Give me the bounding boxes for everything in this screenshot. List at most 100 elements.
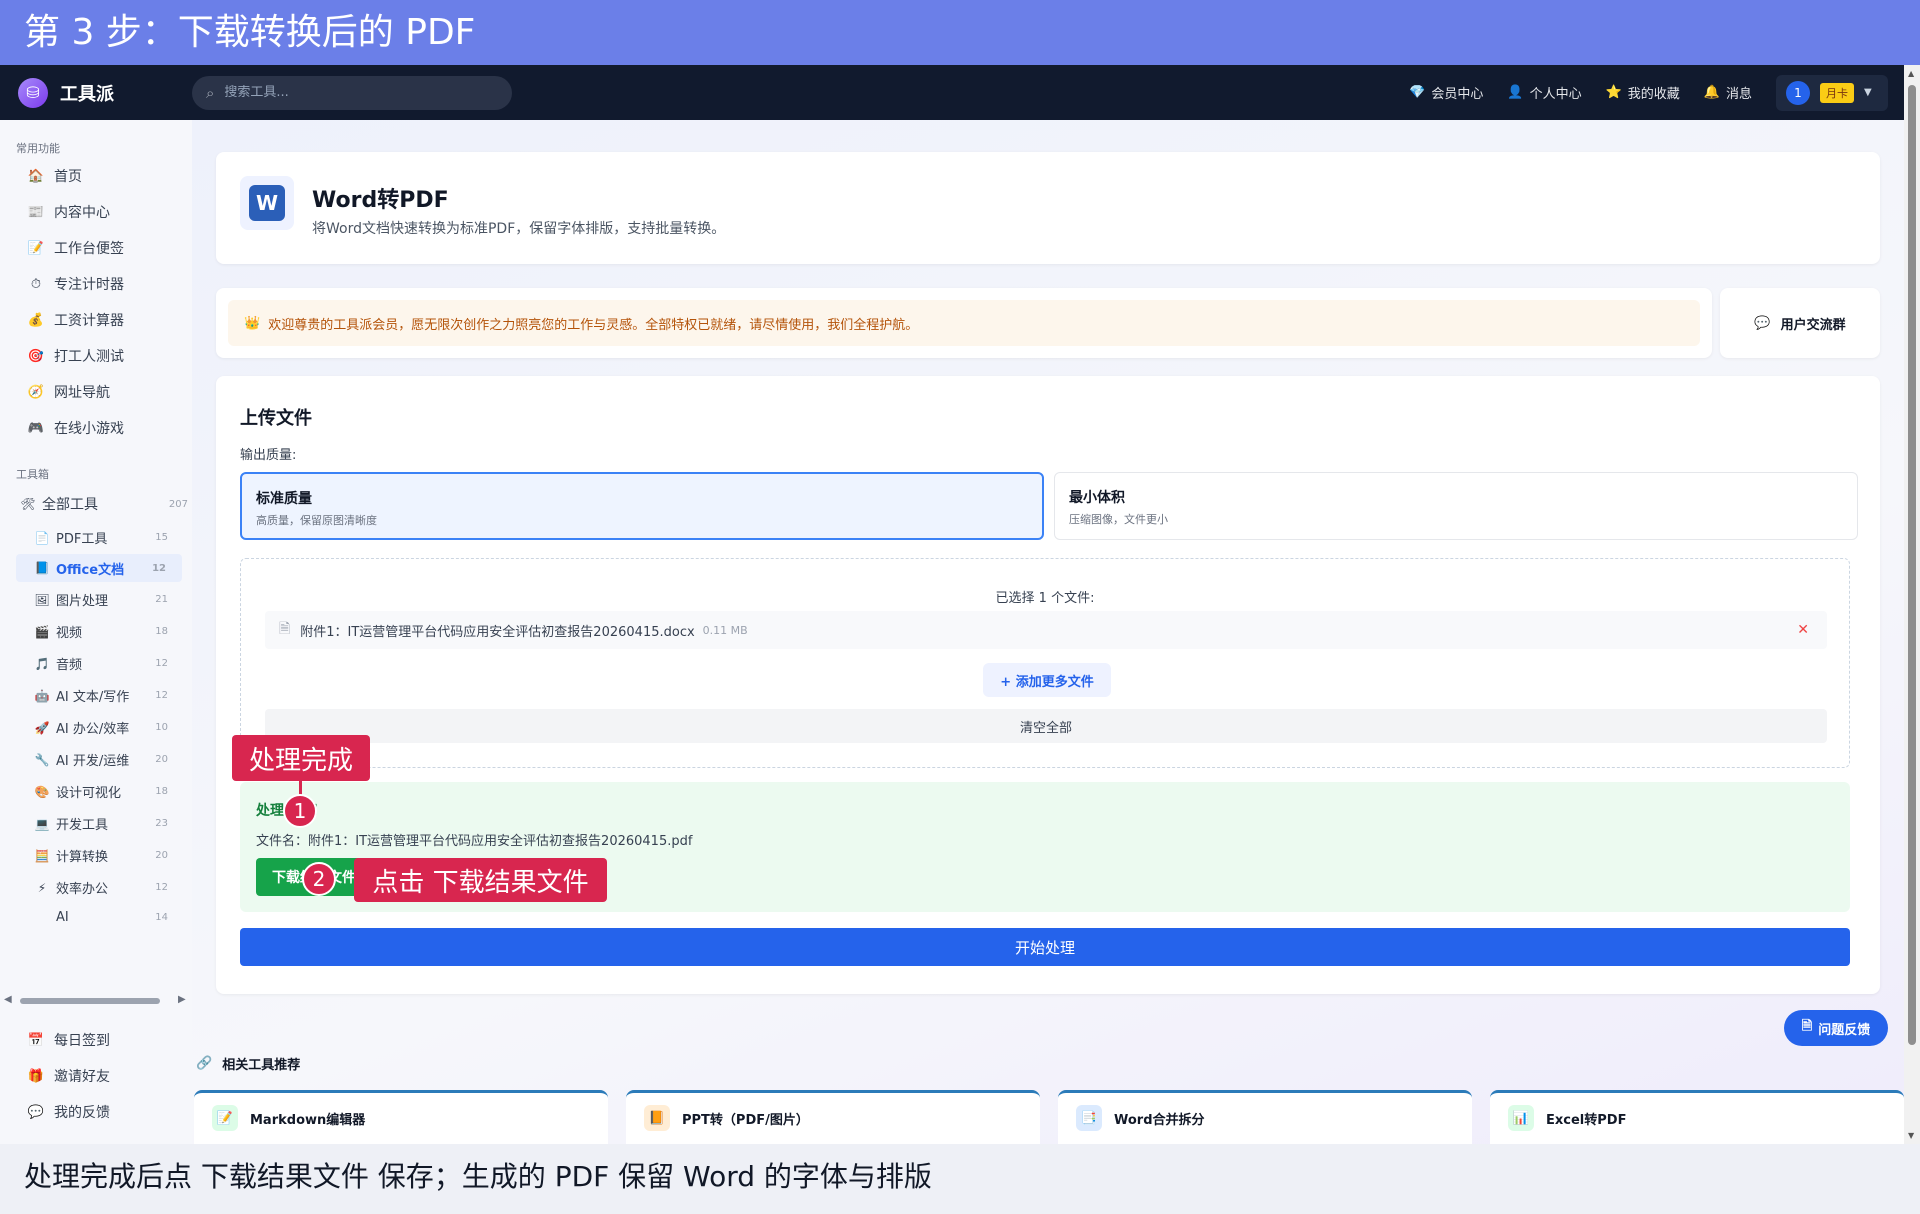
nav-link-favorites[interactable]: ⭐ 我的收藏 bbox=[1606, 83, 1680, 102]
sidebar-item-label: PDF工具 bbox=[56, 532, 108, 547]
annotation-callout-done: 处理完成 bbox=[232, 735, 370, 781]
scroll-right-icon[interactable]: ▶ bbox=[178, 994, 186, 1005]
book-icon: 📘 bbox=[34, 561, 50, 575]
search-input[interactable] bbox=[224, 85, 485, 100]
main-content: W Word转PDF 将Word文档快速转换为标准PDF，保留字体排版，支持批量… bbox=[192, 120, 1904, 1150]
sidebar-item-label: 工资计算器 bbox=[54, 313, 124, 329]
start-processing-button[interactable]: 开始处理 bbox=[240, 928, 1850, 966]
sidebar-item-label: 我的反馈 bbox=[54, 1105, 110, 1121]
related-tools-title: 🔗 相关工具推荐 bbox=[196, 1054, 300, 1073]
nav-link-label: 会员中心 bbox=[1431, 87, 1484, 102]
speech-bubble-icon: 💬 bbox=[27, 1104, 45, 1120]
sidebar-item-timer[interactable]: ⏱ 专注计时器 bbox=[26, 274, 186, 294]
sidebar-tool-pdf[interactable]: 📄 PDF工具 15 bbox=[34, 528, 184, 548]
related-tool-label: Markdown编辑器 bbox=[250, 1113, 366, 1128]
sidebar-item-content[interactable]: 📰 内容中心 bbox=[26, 202, 186, 222]
sidebar-item-label: 网址导航 bbox=[54, 385, 110, 401]
related-tool-card[interactable]: 📝 Markdown编辑器 bbox=[194, 1090, 608, 1150]
gift-icon: 🎁 bbox=[27, 1068, 45, 1084]
page-vertical-scrollbar[interactable]: ▲ ▼ bbox=[1904, 65, 1920, 1144]
sidebar-item-notes[interactable]: 📝 工作台便签 bbox=[26, 238, 186, 258]
clear-all-button[interactable]: 清空全部 bbox=[265, 709, 1827, 743]
related-tool-label: Excel转PDF bbox=[1546, 1113, 1627, 1128]
scroll-left-icon[interactable]: ◀ bbox=[4, 994, 12, 1005]
sidebar-item-url-nav[interactable]: 🧭 网址导航 bbox=[26, 382, 186, 402]
chat-bubble-icon: 💬 bbox=[1754, 315, 1771, 331]
nav-link-vip[interactable]: 💎 会员中心 bbox=[1409, 83, 1483, 102]
sidebar-item-label: 工作台便签 bbox=[54, 241, 124, 257]
star-icon: ⭐ bbox=[1605, 85, 1622, 100]
sidebar: 常用功能 🏠 首页 📰 内容中心 📝 工作台便签 ⏱ 专注计时器 💰 工资计算器 🎯 打工人… bbox=[0, 120, 192, 1144]
sidebar-section-title: 常用功能 bbox=[16, 142, 60, 155]
scroll-up-icon[interactable]: ▲ bbox=[1908, 69, 1914, 78]
sidebar-tool-image[interactable]: 🖼 图片处理 21 bbox=[34, 590, 184, 609]
money-bag-icon: 💰 bbox=[27, 312, 45, 328]
compass-icon: 🧭 bbox=[27, 384, 45, 400]
sidebar-horizontal-scrollbar[interactable]: ◀ ▶ bbox=[0, 994, 192, 1008]
sidebar-item-label: 打工人测试 bbox=[54, 349, 124, 365]
quality-option-title: 最小体积 bbox=[1069, 490, 1125, 506]
page-title: Word转PDF bbox=[312, 188, 449, 213]
add-more-files-button[interactable]: + 添加更多文件 bbox=[983, 663, 1111, 697]
sidebar-item-worker-test[interactable]: 🎯 打工人测试 bbox=[26, 346, 186, 366]
quality-option-standard[interactable]: 标准质量 高质量，保留原图清晰度 bbox=[240, 472, 1044, 540]
sidebar-item-label: 内容中心 bbox=[54, 205, 110, 221]
sidebar-item-home[interactable]: 🏠 首页 bbox=[26, 166, 186, 186]
step-banner: 第 3 步：下载转换后的 PDF bbox=[0, 0, 1920, 65]
quality-option-subtitle: 高质量，保留原图清晰度 bbox=[256, 514, 377, 527]
search-icon: ⌕ bbox=[206, 83, 215, 102]
sidebar-item-label: 首页 bbox=[54, 169, 82, 185]
crown-icon: 👑 bbox=[244, 315, 261, 331]
feedback-label: 问题反馈 bbox=[1818, 1022, 1871, 1038]
top-navbar: ⛁ 工具派 ⌕ 💎 会员中心 👤 个人中心 ⭐ 我的收藏 🔔 消息 1 月卡 ▼ bbox=[0, 65, 1920, 120]
step-caption: 处理完成后点 下载结果文件 保存；生成的 PDF 保留 Word 的字体与排版 bbox=[0, 1144, 1920, 1214]
related-tool-label: Word合并拆分 bbox=[1114, 1113, 1205, 1128]
tools-icon: 🛠 bbox=[20, 497, 36, 511]
sidebar-tool-office[interactable]: 📘 Office文档 12 bbox=[16, 554, 182, 582]
nav-link-profile[interactable]: 👤 个人中心 bbox=[1507, 83, 1581, 102]
sidebar-item-label: Office文档 bbox=[56, 562, 125, 578]
ppt-icon: 📙 bbox=[644, 1105, 670, 1131]
feedback-button[interactable]: 🗎 问题反馈 bbox=[1784, 1010, 1888, 1046]
tool-description: 将Word文档快速转换为标准PDF，保留字体排版，支持批量转换。 bbox=[312, 221, 726, 237]
scrollbar-thumb[interactable] bbox=[1908, 85, 1916, 1045]
quality-label: 输出质量: bbox=[240, 448, 297, 463]
sidebar-item-games[interactable]: 🎮 在线小游戏 bbox=[26, 418, 186, 438]
related-tool-card[interactable]: 📙 PPT转（PDF/图片） bbox=[626, 1090, 1040, 1150]
user-group-button[interactable]: 💬 用户交流群 bbox=[1720, 288, 1880, 358]
scrollbar-thumb[interactable] bbox=[20, 998, 160, 1004]
word-icon: W bbox=[240, 176, 294, 230]
sidebar-item-label: 全部工具 bbox=[42, 497, 98, 513]
related-tool-card[interactable]: 📊 Excel转PDF bbox=[1490, 1090, 1904, 1150]
file-dropzone[interactable]: 已选择 1 个文件: 🗎 附件1：IT运营管理平台代码应用安全评估初查报告202… bbox=[240, 558, 1850, 768]
close-icon[interactable]: ✕ bbox=[1797, 622, 1809, 638]
nav-link-messages[interactable]: 🔔 消息 bbox=[1704, 83, 1752, 102]
tool-count: 15 bbox=[155, 532, 168, 543]
user-group-label: 用户交流群 bbox=[1780, 317, 1846, 333]
sidebar-item-all-tools[interactable]: 🛠 全部工具 207 bbox=[20, 494, 190, 514]
user-menu[interactable]: 1 月卡 ▼ bbox=[1776, 74, 1888, 111]
result-filename: 文件名：附件1：IT运营管理平台代码应用安全评估初查报告20260415.pdf bbox=[256, 834, 693, 849]
tool-count: 21 bbox=[155, 594, 168, 605]
sidebar-item-feedback[interactable]: 💬 我的反馈 bbox=[26, 1102, 186, 1122]
sidebar-item-invite[interactable]: 🎁 邀请好友 bbox=[26, 1066, 186, 1086]
diamond-icon: 💎 bbox=[1409, 85, 1426, 100]
nav-link-label: 我的收藏 bbox=[1627, 87, 1680, 102]
file-icon: 🗎 bbox=[279, 621, 291, 637]
quality-option-min-size[interactable]: 最小体积 压缩图像，文件更小 bbox=[1054, 472, 1858, 540]
gamepad-icon: 🎮 bbox=[27, 420, 45, 436]
annotation-marker-1: 1 bbox=[283, 794, 317, 828]
user-icon: 👤 bbox=[1507, 85, 1524, 100]
avatar: 1 bbox=[1786, 80, 1810, 105]
related-tool-card[interactable]: 📑 Word合并拆分 bbox=[1058, 1090, 1472, 1150]
file-name: 附件1：IT运营管理平台代码应用安全评估初查报告20260415.docx bbox=[300, 624, 695, 640]
search-box[interactable]: ⌕ bbox=[192, 75, 512, 110]
sidebar-item-salary[interactable]: 💰 工资计算器 bbox=[26, 310, 186, 330]
sidebar-item-checkin[interactable]: 📅 每日签到 bbox=[26, 1030, 186, 1050]
pdf-icon: 📄 bbox=[34, 530, 50, 545]
membership-tag: 月卡 bbox=[1820, 82, 1854, 103]
brand[interactable]: ⛁ 工具派 bbox=[18, 77, 178, 108]
markdown-icon: 📝 bbox=[212, 1105, 238, 1131]
scroll-down-icon[interactable]: ▼ bbox=[1908, 1131, 1914, 1140]
welcome-card: 👑 欢迎尊贵的工具派会员，愿无限次创作之力照亮您的工作与灵感。全部特权已就绪，请尽… bbox=[216, 288, 1712, 358]
